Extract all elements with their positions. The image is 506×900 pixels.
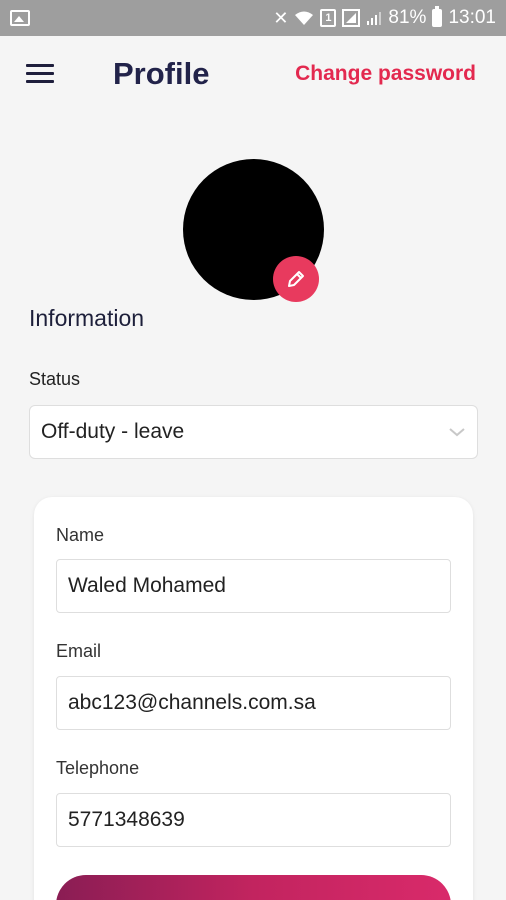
telephone-field[interactable]: 5771348639: [56, 793, 451, 847]
status-value: Off-duty - leave: [41, 420, 185, 443]
wifi-icon: [295, 11, 314, 25]
status-select[interactable]: Off-duty - leave: [29, 405, 478, 459]
menu-icon[interactable]: [26, 64, 54, 84]
section-title: Information: [29, 305, 145, 331]
battery-percent: 81%: [388, 7, 427, 28]
signal-icon: [367, 12, 382, 25]
mute-icon: ✕: [273, 8, 289, 28]
chevron-down-icon: [449, 428, 465, 437]
name-label: Name: [56, 525, 105, 545]
email-label: Email: [56, 641, 102, 661]
submit-button[interactable]: [56, 875, 451, 900]
name-field[interactable]: Waled Mohamed: [56, 559, 451, 613]
sim-icon: 1: [320, 9, 337, 27]
telephone-label: Telephone: [56, 758, 140, 778]
pencil-icon: [288, 271, 304, 287]
image-icon: [10, 10, 30, 26]
status-bar: ✕ 1 81% 13:01: [0, 0, 506, 36]
page-title: Profile: [113, 56, 210, 91]
edit-avatar-button[interactable]: [273, 256, 319, 302]
clock: 13:01: [448, 7, 496, 28]
profile-form-card: Name Waled Mohamed Email abc123@channels…: [34, 497, 473, 900]
battery-icon: [432, 6, 443, 27]
status-label: Status: [29, 369, 81, 389]
change-password-link[interactable]: Change password: [295, 62, 476, 86]
email-field[interactable]: abc123@channels.com.sa: [56, 676, 451, 730]
sim-signal-icon: [342, 9, 361, 27]
